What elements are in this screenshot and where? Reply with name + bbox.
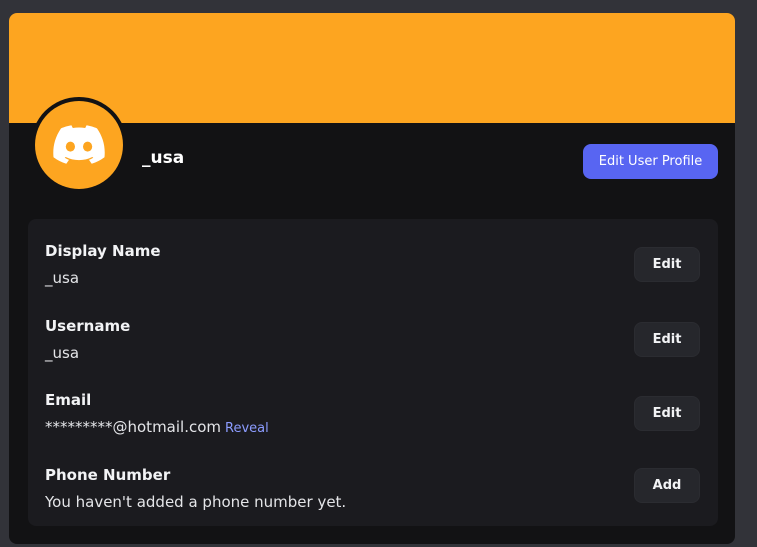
display-name-value: _usa xyxy=(45,269,80,287)
email-label: Email xyxy=(45,391,92,409)
field-row-username: Username _usa Edit xyxy=(28,316,718,376)
field-row-display-name: Display Name _usa Edit xyxy=(28,241,718,301)
reveal-email-link[interactable]: Reveal xyxy=(225,421,269,436)
profile-card: _usa Edit User Profile Display Name _usa… xyxy=(9,13,735,544)
display-name-label: Display Name xyxy=(45,242,161,260)
avatar-ring xyxy=(31,97,127,193)
page: _usa Edit User Profile Display Name _usa… xyxy=(0,0,757,547)
edit-display-name-button[interactable]: Edit xyxy=(634,247,700,282)
email-value: *********@hotmail.com xyxy=(45,418,222,436)
field-row-email: Email *********@hotmail.com Reveal Edit xyxy=(28,390,718,450)
account-info-panel: Display Name _usa Edit Username _usa Edi… xyxy=(28,219,718,526)
profile-username: _usa xyxy=(142,148,185,168)
field-row-phone: Phone Number You haven't added a phone n… xyxy=(28,465,718,525)
phone-number-value: You haven't added a phone number yet. xyxy=(45,493,347,511)
avatar[interactable] xyxy=(35,101,123,189)
email-value-line: *********@hotmail.com Reveal xyxy=(45,417,269,439)
username-label: Username xyxy=(45,317,131,335)
discord-logo-icon xyxy=(53,125,105,164)
edit-username-button[interactable]: Edit xyxy=(634,322,700,357)
edit-user-profile-button[interactable]: Edit User Profile xyxy=(583,144,718,179)
phone-number-label: Phone Number xyxy=(45,466,171,484)
username-value: _usa xyxy=(45,344,80,362)
edit-email-button[interactable]: Edit xyxy=(634,396,700,431)
profile-banner xyxy=(9,13,735,123)
add-phone-button[interactable]: Add xyxy=(634,468,700,503)
